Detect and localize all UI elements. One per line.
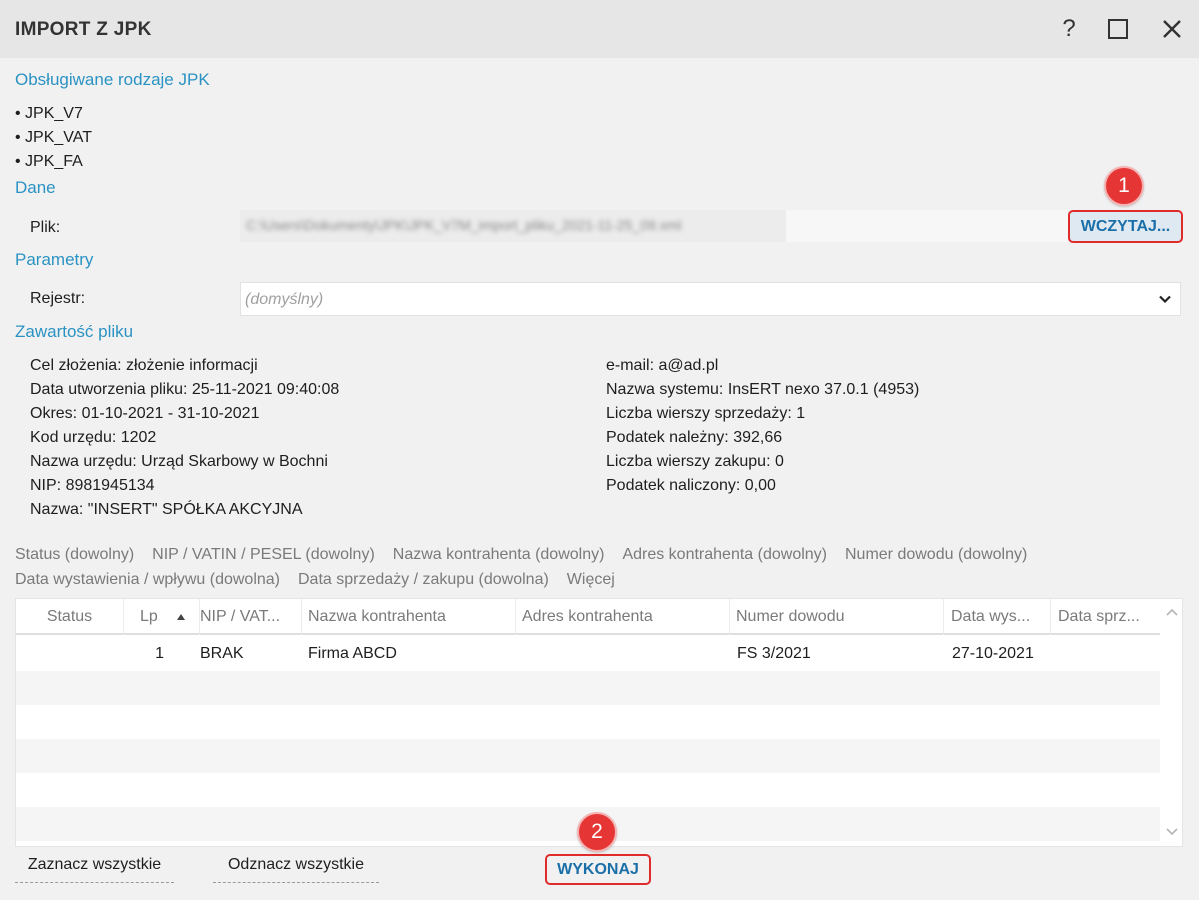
file-info-left: NIP: 8981945134 <box>30 477 155 494</box>
cell-lp: 1 <box>155 645 164 662</box>
cell-nip: BRAK <box>200 645 244 662</box>
records-grid: Status Lp NIP / VAT... Nazwa kontrahenta… <box>15 598 1183 847</box>
window-title: IMPORT Z JPK <box>15 19 152 40</box>
file-info-right: e-mail: a@ad.pl <box>606 357 719 374</box>
filter-issue-date[interactable]: Data wystawienia / wpływu (dowolna) <box>15 571 280 588</box>
supported-types-heading: Obsługiwane rodzaje JPK <box>15 70 210 89</box>
maximize-icon <box>1108 19 1128 39</box>
execute-button[interactable]: WYKONAJ <box>545 854 651 885</box>
file-info-right: Liczba wierszy zakupu: 0 <box>606 453 784 470</box>
step-badge-1: 1 <box>1104 166 1144 206</box>
table-row[interactable]: 1 BRAK Firma ABCD FS 3/2021 27-10-2021 <box>16 637 1160 671</box>
empty-row <box>16 739 1160 773</box>
title-bar: IMPORT Z JPK ? <box>0 0 1199 58</box>
cell-issue-date: 27-10-2021 <box>952 645 1034 662</box>
cell-contractor-address <box>522 637 722 671</box>
load-button[interactable]: WCZYTAJ... <box>1068 210 1183 243</box>
empty-row <box>16 705 1160 739</box>
chevron-down-icon <box>1159 295 1171 304</box>
file-info-left: Nazwa: "INSERT" SPÓŁKA AKCYJNA <box>30 501 303 518</box>
file-info-right: Liczba wierszy sprzedaży: 1 <box>606 405 806 422</box>
register-label: Rejestr: <box>30 290 86 307</box>
empty-row <box>16 773 1160 807</box>
cell-document-number: FS 3/2021 <box>737 645 811 662</box>
column-header-sale-date[interactable]: Data sprz... <box>1051 599 1160 635</box>
column-header-lp-label: Lp <box>140 608 158 625</box>
file-info-right: Podatek należny: 392,66 <box>606 429 783 446</box>
sort-ascending-icon <box>176 614 185 620</box>
filter-contractor-name[interactable]: Nazwa kontrahenta (dowolny) <box>393 546 605 563</box>
select-all-button[interactable]: Zaznacz wszystkie <box>15 856 174 883</box>
register-select[interactable]: (domyślny) <box>240 282 1181 316</box>
file-info-left: Okres: 01-10-2021 - 31-10-2021 <box>30 405 260 422</box>
file-info-left: Data utworzenia pliku: 25-11-2021 09:40:… <box>30 381 340 398</box>
column-header-issue-date[interactable]: Data wys... <box>944 599 1051 635</box>
filter-sale-date[interactable]: Data sprzedaży / zakupu (dowolna) <box>298 571 549 588</box>
filter-document-number[interactable]: Numer dowodu (dowolny) <box>845 546 1027 563</box>
column-header-document-number[interactable]: Numer dowodu <box>730 599 944 635</box>
file-info-left: Kod urzędu: 1202 <box>30 429 157 446</box>
cell-sale-date <box>1058 637 1158 671</box>
empty-row <box>16 671 1160 705</box>
supported-type-item: • JPK_V7 <box>15 105 83 122</box>
supported-type-item: • JPK_VAT <box>15 129 93 146</box>
vertical-scrollbar[interactable] <box>1160 599 1183 846</box>
column-header-contractor-address[interactable]: Adres kontrahenta <box>516 599 730 635</box>
filter-bar-row-1: Status (dowolny) NIP / VATIN / PESEL (dow… <box>15 546 1045 564</box>
scroll-down-icon[interactable] <box>1160 821 1183 841</box>
filter-bar-row-2: Data wystawienia / wpływu (dowolna) Data … <box>15 571 633 589</box>
filter-more[interactable]: Więcej <box>567 571 615 588</box>
scroll-up-icon[interactable] <box>1160 603 1183 623</box>
data-heading: Dane <box>15 178 56 197</box>
cell-status <box>16 637 124 671</box>
file-info-right: Podatek naliczony: 0,00 <box>606 477 776 494</box>
column-header-status[interactable]: Status <box>16 599 124 635</box>
file-label: Plik: <box>30 219 61 236</box>
file-info-left: Nazwa urzędu: Urząd Skarbowy w Bochni <box>30 453 328 470</box>
filter-nip[interactable]: NIP / VATIN / PESEL (dowolny) <box>152 546 375 563</box>
column-header-contractor-name[interactable]: Nazwa kontrahenta <box>302 599 516 635</box>
column-header-nip[interactable]: NIP / VAT... <box>200 599 302 635</box>
file-path-field[interactable]: C:\Users\Dokumenty\JPK\JPK_V7M_import_pl… <box>240 210 786 242</box>
help-button[interactable]: ? <box>1052 12 1086 46</box>
file-path-value: C:\Users\Dokumenty\JPK\JPK_V7M_import_pl… <box>246 217 682 233</box>
maximize-button[interactable] <box>1101 12 1135 46</box>
parameters-heading: Parametry <box>15 250 94 269</box>
close-icon <box>1163 20 1181 38</box>
file-info-right: Nazwa systemu: InsERT nexo 37.0.1 (4953) <box>606 381 920 398</box>
register-select-value: (domyślny) <box>245 291 324 308</box>
file-contents-heading: Zawartość pliku <box>15 322 134 341</box>
filter-contractor-address[interactable]: Adres kontrahenta (dowolny) <box>622 546 827 563</box>
grid-header: Status Lp NIP / VAT... Nazwa kontrahenta… <box>16 599 1160 635</box>
filter-status[interactable]: Status (dowolny) <box>15 546 134 563</box>
step-badge-2: 2 <box>577 812 617 852</box>
cell-contractor-name: Firma ABCD <box>308 645 397 662</box>
file-info-left: Cel złożenia: złożenie informacji <box>30 357 258 374</box>
column-header-lp[interactable]: Lp <box>124 599 200 635</box>
file-path-field-empty <box>786 210 1068 242</box>
close-button[interactable] <box>1155 12 1189 46</box>
supported-type-item: • JPK_FA <box>15 153 83 170</box>
deselect-all-button[interactable]: Odznacz wszystkie <box>213 856 379 883</box>
